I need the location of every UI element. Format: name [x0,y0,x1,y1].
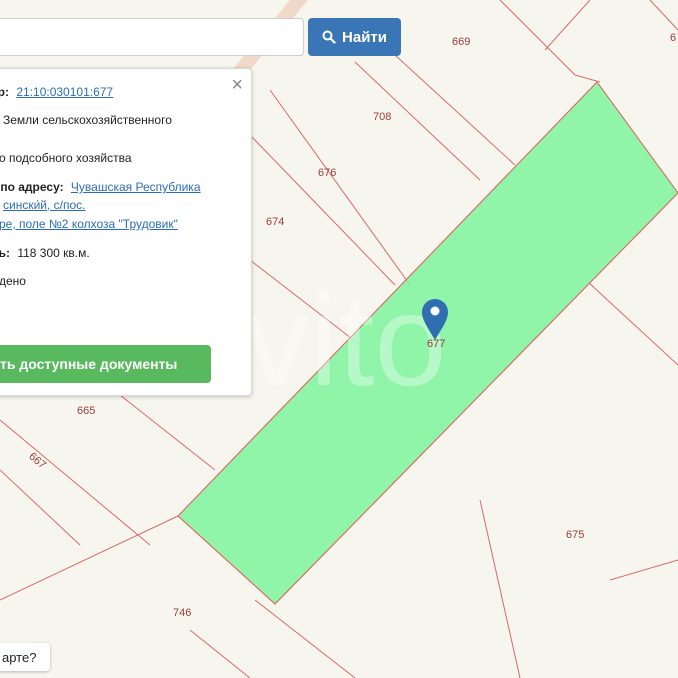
search-button[interactable]: Найти [308,18,401,56]
parcel-label-746: 746 [173,607,192,619]
area-value: 118 300 кв.м. [17,246,90,260]
cadastral-row: ер: 21:10:030101:677 [0,85,113,99]
parcel-label-677: 677 [427,338,446,350]
area-label: дь: [0,246,10,260]
area-row: дь: 118 300 кв.м. [0,246,90,260]
search-icon [322,30,336,44]
parcel-label-6: 6 [670,32,677,44]
category-text: Земли сельскохозяйственного [3,113,172,127]
map-question-chip[interactable]: арте? [0,643,50,671]
view-documents-button[interactable]: ть доступные документы [0,345,211,383]
address-link-line3[interactable]: ре, поле №2 колхоза "Трудовик" [0,217,178,231]
parcel-label-676: 676 [318,167,337,179]
cadastral-number-link[interactable]: 21:10:030101:677 [16,85,113,99]
usage-text: о подсобного хозяйства [0,151,132,165]
status-text: дено [0,274,26,288]
search-input[interactable] [0,18,304,56]
parcel-label-665: 665 [77,405,96,417]
close-icon[interactable]: × [231,75,243,95]
address-link-line1[interactable]: Чувашская Республика [71,180,201,194]
parcel-label-675: 675 [566,529,585,541]
address-line3-row: ре, поле №2 колхоза "Трудовик" [0,217,178,231]
address-label: к по адресу: [0,180,64,194]
parcel-label-669: 669 [452,36,471,48]
parcel-label-674: 674 [266,216,285,228]
address-link-line2[interactable]: сински́й, с/пос. [3,198,86,212]
search-button-label: Найти [342,28,387,46]
address-line2-row: сински́й, с/пос. [3,198,86,212]
parcel-label-708: 708 [373,111,392,123]
cadastral-label: ер: [0,85,9,99]
address-row: к по адресу: Чувашская Республика [0,180,201,194]
